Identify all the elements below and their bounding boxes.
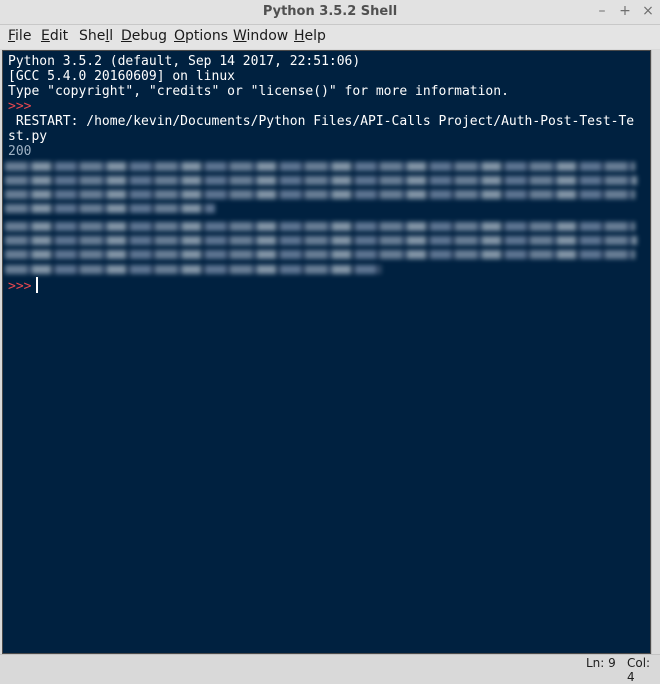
- banner-line-1: Python 3.5.2 (default, Sep 14 2017, 22:5…: [8, 54, 361, 69]
- restart-line-1: RESTART: /home/kevin/Documents/Python Fi…: [8, 114, 635, 129]
- menu-shell[interactable]: Shell: [79, 28, 113, 44]
- shell-prompt: >>>: [8, 99, 32, 114]
- window-title: Python 3.5.2 Shell: [262, 4, 398, 19]
- menu-file[interactable]: File: [8, 28, 31, 44]
- current-prompt: >>>: [8, 279, 32, 294]
- maximize-icon[interactable]: +: [617, 3, 633, 19]
- menu-options[interactable]: Options: [174, 28, 228, 44]
- column-number: Col: 4: [627, 656, 651, 684]
- menu-help[interactable]: Help: [294, 28, 326, 44]
- menu-bar: File Edit Shell Debug Options Window Hel…: [0, 25, 660, 49]
- shell-text-area[interactable]: Python 3.5.2 (default, Sep 14 2017, 22:5…: [2, 50, 651, 654]
- status-bar: Ln: 9 Col: 4: [0, 654, 660, 684]
- output-line: 200: [8, 144, 32, 159]
- vertical-scrollbar[interactable]: [651, 50, 660, 654]
- menu-window[interactable]: Window: [233, 28, 288, 44]
- text-cursor: [36, 277, 38, 293]
- minimize-icon[interactable]: –: [594, 3, 610, 19]
- menu-edit[interactable]: Edit: [41, 28, 68, 44]
- title-bar[interactable]: Python 3.5.2 Shell – + ×: [0, 0, 660, 25]
- menu-debug[interactable]: Debug: [121, 28, 167, 44]
- line-number: Ln: 9: [586, 656, 616, 670]
- close-icon[interactable]: ×: [640, 3, 656, 19]
- restart-line-2: st.py: [8, 129, 48, 144]
- banner-line-3: Type "copyright", "credits" or "license(…: [8, 84, 509, 99]
- banner-line-2: [GCC 5.4.0 20160609] on linux: [8, 69, 235, 84]
